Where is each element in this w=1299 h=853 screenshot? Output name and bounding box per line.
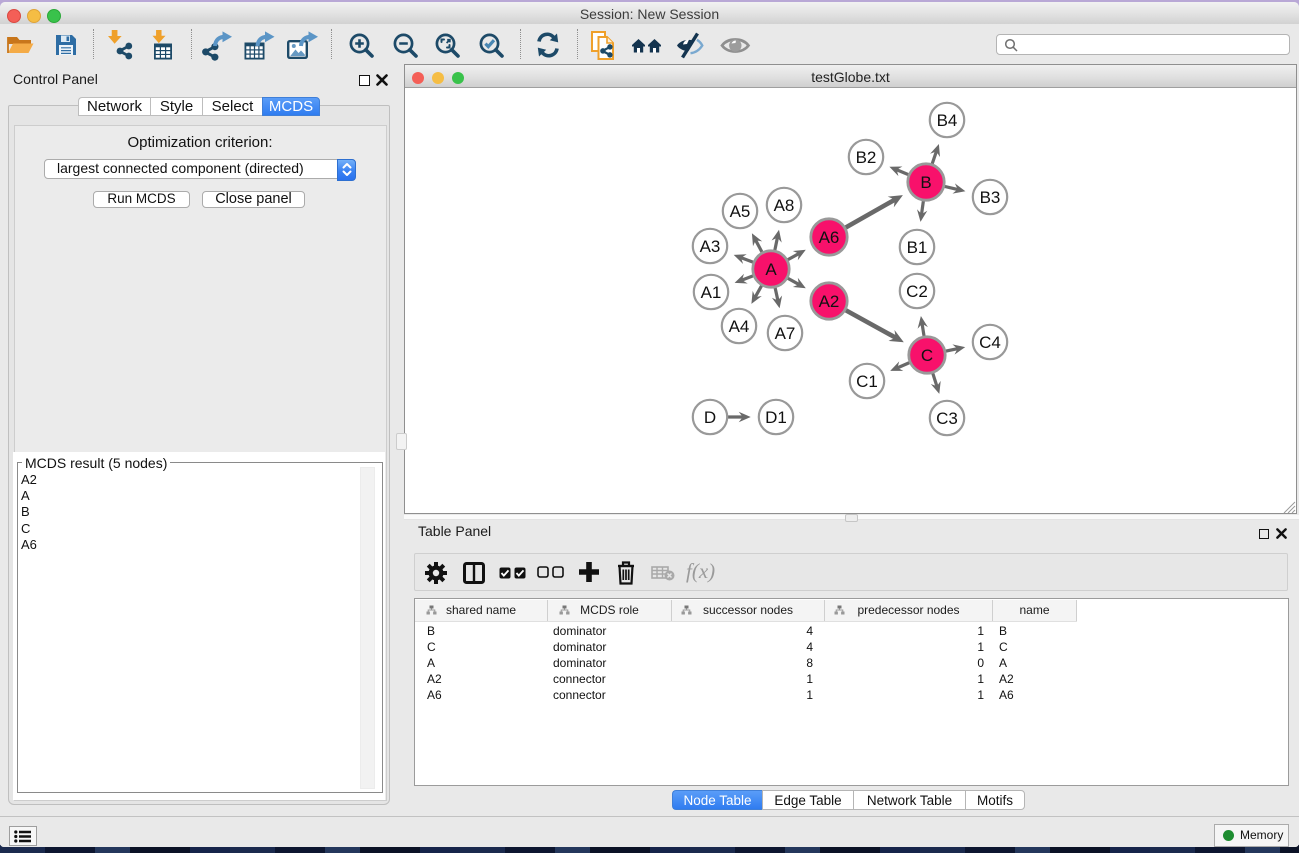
svg-text:A1: A1: [701, 283, 722, 302]
svg-text:D: D: [704, 408, 716, 427]
svg-text:B4: B4: [937, 111, 958, 130]
svg-text:C3: C3: [936, 409, 958, 428]
svg-text:C4: C4: [979, 333, 1001, 352]
svg-text:A8: A8: [774, 196, 795, 215]
svg-text:B2: B2: [856, 148, 877, 167]
svg-text:A6: A6: [819, 228, 840, 247]
svg-text:A: A: [765, 260, 777, 279]
svg-text:B1: B1: [907, 238, 928, 257]
svg-text:A4: A4: [729, 317, 750, 336]
svg-text:C1: C1: [856, 372, 878, 391]
svg-text:B3: B3: [980, 188, 1001, 207]
svg-text:C: C: [921, 346, 933, 365]
svg-text:B: B: [920, 173, 931, 192]
svg-text:C2: C2: [906, 282, 928, 301]
svg-text:A5: A5: [730, 202, 751, 221]
svg-text:A7: A7: [775, 324, 796, 343]
svg-text:A3: A3: [700, 237, 721, 256]
svg-text:A2: A2: [819, 292, 840, 311]
svg-text:D1: D1: [765, 408, 787, 427]
